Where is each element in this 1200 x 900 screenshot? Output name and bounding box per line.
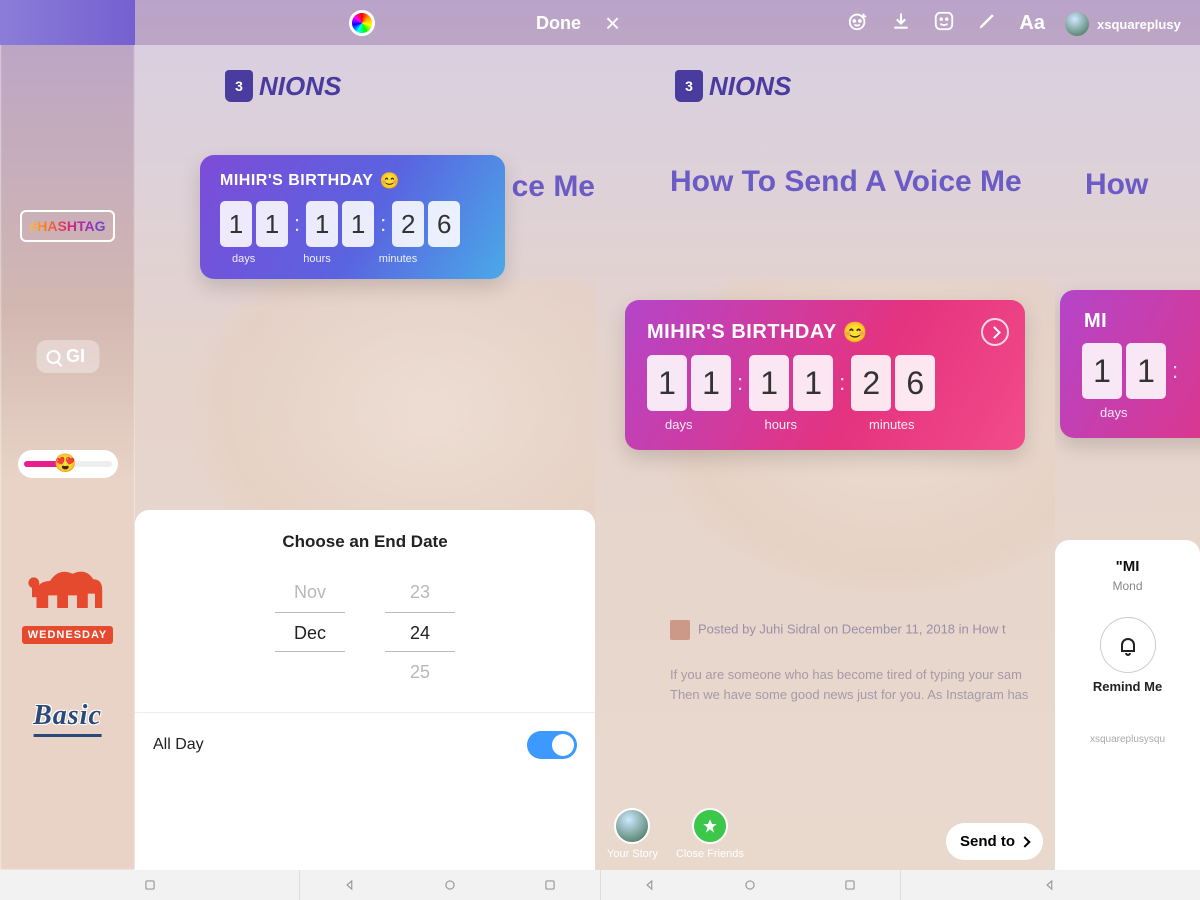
background-site-logo: 3NIONS xyxy=(675,70,791,102)
recents-icon[interactable] xyxy=(843,878,857,892)
background-post-meta: Posted by Juhi Sidral on December 11, 20… xyxy=(670,620,1045,640)
back-icon[interactable] xyxy=(1043,878,1057,892)
sticker-tray-panel: #HASHTAG GI 😍 WEDNESDAY Basic xyxy=(0,0,135,870)
remind-me-button[interactable] xyxy=(1100,617,1156,673)
your-story-button[interactable] xyxy=(614,808,650,844)
all-day-toggle[interactable] xyxy=(527,731,577,759)
day-column[interactable]: 23 24 25 xyxy=(385,572,455,692)
gif-search-sticker[interactable]: GI xyxy=(36,340,99,373)
android-nav-bar xyxy=(0,870,1200,900)
background-headline: How To Send A Voice Me xyxy=(670,165,1022,199)
date-picker-sheet: Choose an End Date Nov Dec 23 24 25 All … xyxy=(135,510,595,870)
day-sticker[interactable]: WEDNESDAY xyxy=(18,560,118,644)
face-filter-icon[interactable] xyxy=(847,10,869,38)
chevron-right-icon xyxy=(1019,836,1030,847)
close-icon[interactable]: × xyxy=(605,8,620,39)
countdown-title: MIHIR'S BIRTHDAY😊 xyxy=(220,171,485,191)
close-friends-button[interactable] xyxy=(692,808,728,844)
bell-icon xyxy=(1116,633,1140,657)
background-headline: How xyxy=(1085,168,1148,202)
countdown-sticker[interactable]: MI 11 : days xyxy=(1060,290,1200,438)
draw-icon[interactable] xyxy=(977,11,997,37)
countdown-sticker[interactable]: MIHIR'S BIRTHDAY😊 11 : 11 : 26 days hour… xyxy=(625,300,1025,450)
heart-eyes-emoji-icon: 😍 xyxy=(54,453,76,474)
recents-icon[interactable] xyxy=(543,878,557,892)
basic-text-sticker[interactable]: Basic xyxy=(33,700,102,737)
reminder-sheet: "MI Mond Remind Me xsquareplusysqu xyxy=(1055,540,1200,870)
back-icon[interactable] xyxy=(643,878,657,892)
color-picker-icon[interactable] xyxy=(349,10,375,36)
countdown-title: MIHIR'S BIRTHDAY😊 xyxy=(647,320,1003,345)
date-picker[interactable]: Nov Dec 23 24 25 xyxy=(135,562,595,712)
send-to-button[interactable]: Send to xyxy=(946,823,1043,860)
text-tool-icon[interactable]: Aa xyxy=(1019,12,1045,35)
home-icon[interactable] xyxy=(743,878,757,892)
story-viewer-panel: xsquareplusy How MI 11 : days "MI Mond R… xyxy=(1055,0,1200,870)
hashtag-sticker[interactable]: #HASHTAG xyxy=(20,210,116,242)
avatar-icon xyxy=(1065,12,1089,36)
camel-icon xyxy=(23,560,113,620)
background-post-body: If you are someone who has become tired … xyxy=(670,665,1045,704)
countdown-sticker[interactable]: MIHIR'S BIRTHDAY😊 11 : 11 : 26 days hour… xyxy=(200,155,505,279)
month-column[interactable]: Nov Dec xyxy=(275,572,345,692)
countdown-editor-panel: 3NIONS ce Me Done MIHIR'S BIRTHDAY😊 11 :… xyxy=(135,0,595,870)
background-headline: ce Me xyxy=(512,170,595,204)
home-icon[interactable] xyxy=(443,878,457,892)
emoji-slider-sticker[interactable]: 😍 xyxy=(18,450,118,478)
background-site-logo: 3NIONS xyxy=(225,70,341,102)
download-icon[interactable] xyxy=(891,11,911,37)
share-arrow-icon[interactable] xyxy=(981,318,1009,346)
story-header[interactable]: xsquareplusy xyxy=(1065,12,1181,36)
all-day-label: All Day xyxy=(153,736,204,754)
done-button[interactable]: Done xyxy=(536,13,581,34)
recents-icon[interactable] xyxy=(143,878,157,892)
sticker-icon[interactable] xyxy=(933,10,955,38)
back-icon[interactable] xyxy=(343,878,357,892)
search-icon xyxy=(46,350,60,364)
sheet-title: Choose an End Date xyxy=(135,510,595,562)
story-compose-panel: 3NIONS How To Send A Voice Me × Aa MIHIR… xyxy=(595,0,1055,870)
